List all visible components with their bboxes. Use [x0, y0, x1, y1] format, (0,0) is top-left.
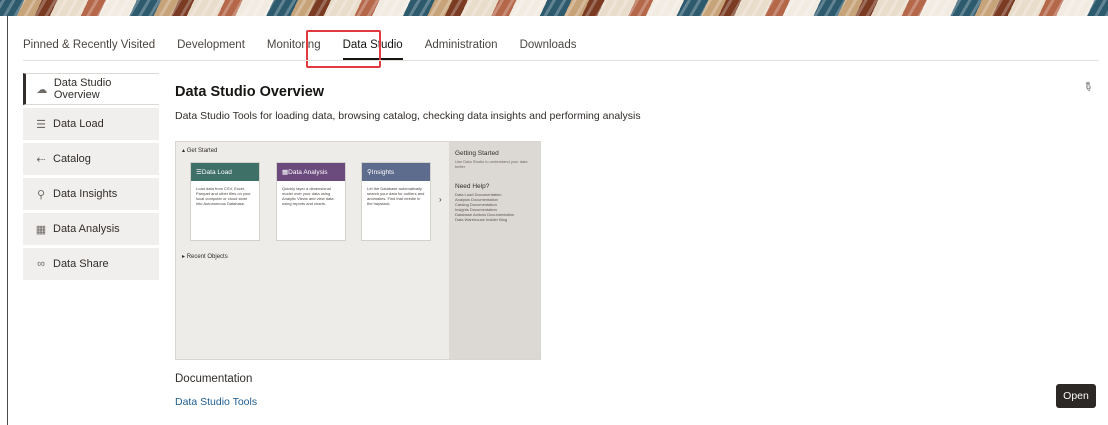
preview-help-links: Data Load Documentation Analysis Documen…	[455, 192, 536, 222]
sidebar-item-label: Data Insights	[53, 188, 118, 200]
preview-side-panel: Getting Started Use Data Studio to under…	[449, 142, 540, 359]
data-studio-tools-link[interactable]: Data Studio Tools	[175, 396, 257, 408]
tab-downloads[interactable]: Downloads	[520, 36, 577, 60]
preview-card-text: Load data from CSV, Excel, Parquet and o…	[196, 186, 251, 206]
preview-card-header: ⚲ Insights	[362, 163, 430, 181]
sidebar: ☁ Data Studio Overview ☰ Data Load ⇠ Cat…	[23, 73, 159, 283]
sidebar-item-label: Data Load	[53, 118, 104, 130]
top-tab-bar: Pinned & Recently Visited Development Mo…	[23, 36, 598, 60]
preview-card-data-analysis: ▦ Data Analysis Quickly layer a dimensio…	[276, 162, 346, 241]
sidebar-item-data-studio-overview[interactable]: ☁ Data Studio Overview	[23, 73, 159, 105]
sidebar-item-data-load[interactable]: ☰ Data Load	[23, 108, 159, 140]
sidebar-item-label: Data Share	[53, 258, 109, 270]
preview-card-data-load: ☰ Data Load Load data from CSV, Excel, P…	[190, 162, 260, 241]
page-title: Data Studio Overview	[175, 84, 325, 100]
tab-development[interactable]: Development	[177, 36, 245, 60]
insights-icon: ⚲	[36, 188, 46, 201]
preview-card-insights: ⚲ Insights Let the Database automaticall…	[361, 162, 431, 241]
sidebar-item-data-share[interactable]: ∞ Data Share	[23, 248, 159, 280]
cloud-icon: ☁	[36, 83, 48, 96]
sidebar-item-label: Catalog	[53, 153, 91, 165]
overview-preview-image: ▴ Get Started ☰ Data Load Load data from…	[175, 141, 541, 360]
header-banner	[0, 0, 1108, 16]
preview-getting-started-text: Use Data Studio to understand your data …	[455, 159, 528, 169]
tabs-divider	[23, 60, 1099, 61]
sidebar-item-label: Data Analysis	[53, 223, 120, 235]
tab-administration[interactable]: Administration	[425, 36, 498, 60]
frame-border	[7, 16, 8, 425]
chevron-right-icon: ›	[439, 195, 442, 204]
preview-card-text: Let the Database automatically search yo…	[367, 186, 425, 206]
data-load-icon: ☰	[36, 118, 46, 131]
page-subtitle: Data Studio Tools for loading data, brow…	[175, 110, 641, 122]
catalog-icon: ⇠	[36, 153, 46, 166]
tab-monitoring[interactable]: Monitoring	[267, 36, 321, 60]
tab-data-studio[interactable]: Data Studio	[342, 36, 403, 60]
sidebar-item-label: Data Studio Overview	[53, 77, 112, 101]
preview-need-help: Need Help?	[455, 183, 490, 190]
open-button[interactable]: Open	[1056, 384, 1096, 408]
preview-getting-started: Getting Started	[455, 150, 499, 157]
pin-icon[interactable]: ✎	[1080, 78, 1096, 95]
preview-card-header: ☰ Data Load	[191, 163, 259, 181]
documentation-heading: Documentation	[175, 373, 253, 385]
preview-card-header: ▦ Data Analysis	[277, 163, 345, 181]
analysis-icon: ▦	[35, 223, 47, 236]
share-icon: ∞	[37, 258, 45, 270]
tab-pinned-recently-visited[interactable]: Pinned & Recently Visited	[23, 36, 155, 60]
sidebar-item-data-analysis[interactable]: ▦ Data Analysis	[23, 213, 159, 245]
preview-card-text: Quickly layer a dimensional model over y…	[282, 186, 334, 206]
sidebar-item-data-insights[interactable]: ⚲ Data Insights	[23, 178, 159, 210]
preview-get-started: ▴ Get Started	[182, 148, 218, 154]
preview-help-link: Data Warehouse Insider Blog	[455, 217, 508, 222]
preview-recent-objects: ▸ Recent Objects	[182, 254, 228, 260]
sidebar-item-catalog[interactable]: ⇠ Catalog	[23, 143, 159, 175]
